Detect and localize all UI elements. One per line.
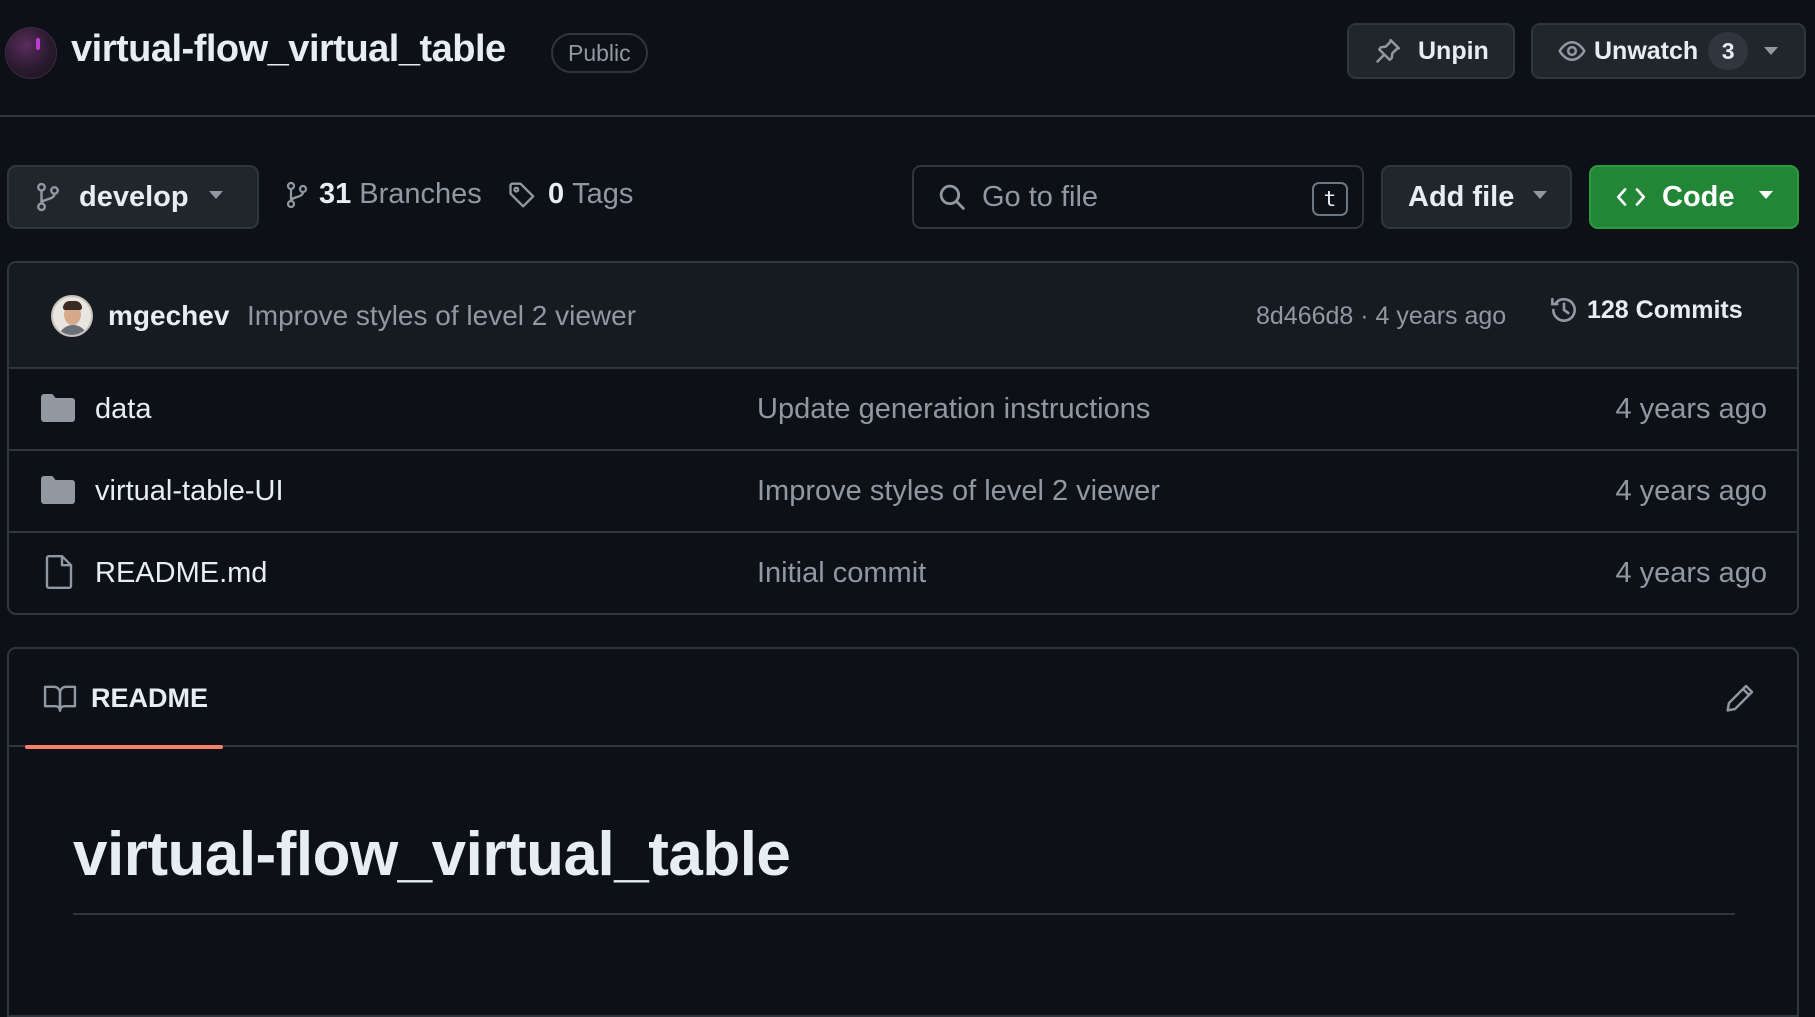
- code-label: Code: [1662, 180, 1735, 213]
- book-icon: [43, 684, 77, 712]
- file-browser: mgechev Improve styles of level 2 viewer…: [7, 261, 1799, 615]
- add-file-label: Add file: [1408, 180, 1515, 213]
- git-branch-icon: [285, 181, 309, 209]
- avatar-spark: [36, 38, 40, 50]
- go-to-file-input[interactable]: [982, 180, 1302, 214]
- search-icon: [938, 183, 966, 211]
- readme-heading: virtual-flow_virtual_table: [73, 820, 791, 889]
- commit-hash-time[interactable]: 8d466d8 · 4 years ago: [1256, 302, 1506, 331]
- branches-link[interactable]: 31 Branches: [285, 178, 482, 211]
- pencil-edit-icon[interactable]: [1725, 683, 1755, 713]
- file-row[interactable]: virtual-table-UI Improve styles of level…: [9, 451, 1797, 533]
- keyboard-shortcut-hint: t: [1312, 182, 1348, 216]
- commits-count-label: 128 Commits: [1587, 295, 1743, 324]
- add-file-button[interactable]: Add file: [1381, 165, 1572, 229]
- file-row[interactable]: README.md Initial commit 4 years ago: [9, 533, 1797, 613]
- tags-label: Tags: [572, 178, 634, 210]
- repo-owner-avatar[interactable]: [5, 27, 57, 79]
- heading-divider: [73, 913, 1735, 915]
- file-commit-message[interactable]: Initial commit: [757, 557, 926, 590]
- avatar-body: [58, 325, 88, 335]
- visibility-badge: Public: [551, 33, 648, 73]
- commits-history-link[interactable]: 128 Commits: [1549, 295, 1743, 325]
- repo-header: virtual-flow_virtual_table Public Unpin …: [0, 0, 1815, 117]
- file-commit-message[interactable]: Improve styles of level 2 viewer: [757, 475, 1160, 508]
- avatar-hair: [63, 301, 82, 310]
- latest-commit-bar: mgechev Improve styles of level 2 viewer…: [9, 263, 1797, 369]
- tags-count: 0: [548, 178, 565, 210]
- file-commit-date: 4 years ago: [1615, 557, 1767, 589]
- go-to-file-search[interactable]: t: [912, 165, 1364, 229]
- branch-selector[interactable]: develop: [7, 165, 259, 229]
- file-commit-date: 4 years ago: [1615, 393, 1767, 425]
- code-button[interactable]: Code: [1589, 165, 1799, 229]
- file-name[interactable]: README.md: [95, 557, 267, 590]
- unwatch-button[interactable]: Unwatch 3: [1531, 23, 1806, 79]
- tag-icon: [508, 181, 538, 209]
- chevron-down-icon[interactable]: [1764, 46, 1779, 56]
- unpin-label: Unpin: [1418, 36, 1489, 65]
- active-tab-indicator: [25, 745, 223, 749]
- eye-icon: [1558, 37, 1586, 65]
- file-name[interactable]: virtual-table-UI: [95, 475, 284, 508]
- history-icon: [1549, 295, 1579, 325]
- branch-name: develop: [79, 180, 189, 213]
- branches-label: Branches: [359, 178, 482, 210]
- unpin-button[interactable]: Unpin: [1347, 23, 1515, 79]
- file-name[interactable]: data: [95, 393, 151, 426]
- commit-author[interactable]: mgechev: [108, 300, 229, 332]
- folder-icon: [41, 394, 75, 422]
- file-row[interactable]: data Update generation instructions 4 ye…: [9, 369, 1797, 451]
- readme-tabbar: README: [9, 649, 1797, 749]
- unwatch-label: Unwatch: [1594, 36, 1699, 65]
- chevron-down-icon: [1759, 191, 1773, 200]
- file-icon: [45, 555, 73, 589]
- file-commit-date: 4 years ago: [1615, 475, 1767, 507]
- readme-tab-label: README: [91, 682, 209, 713]
- readme-panel: README virtual-flow_virtual_table: [7, 647, 1799, 1017]
- watch-count-badge: 3: [1708, 32, 1749, 70]
- git-branch-icon: [35, 182, 61, 212]
- file-commit-message[interactable]: Update generation instructions: [757, 393, 1150, 426]
- tab-readme[interactable]: README: [25, 649, 223, 749]
- tags-link[interactable]: 0 Tags: [508, 178, 633, 211]
- commit-author-avatar[interactable]: [51, 295, 93, 337]
- folder-icon: [41, 476, 75, 504]
- commit-message[interactable]: Improve styles of level 2 viewer: [247, 300, 636, 332]
- pin-icon: [1374, 37, 1402, 65]
- branches-count: 31: [319, 178, 352, 210]
- chevron-down-icon: [1533, 191, 1547, 200]
- chevron-down-icon: [209, 191, 223, 200]
- code-icon: [1616, 185, 1646, 209]
- repo-title[interactable]: virtual-flow_virtual_table: [71, 28, 506, 71]
